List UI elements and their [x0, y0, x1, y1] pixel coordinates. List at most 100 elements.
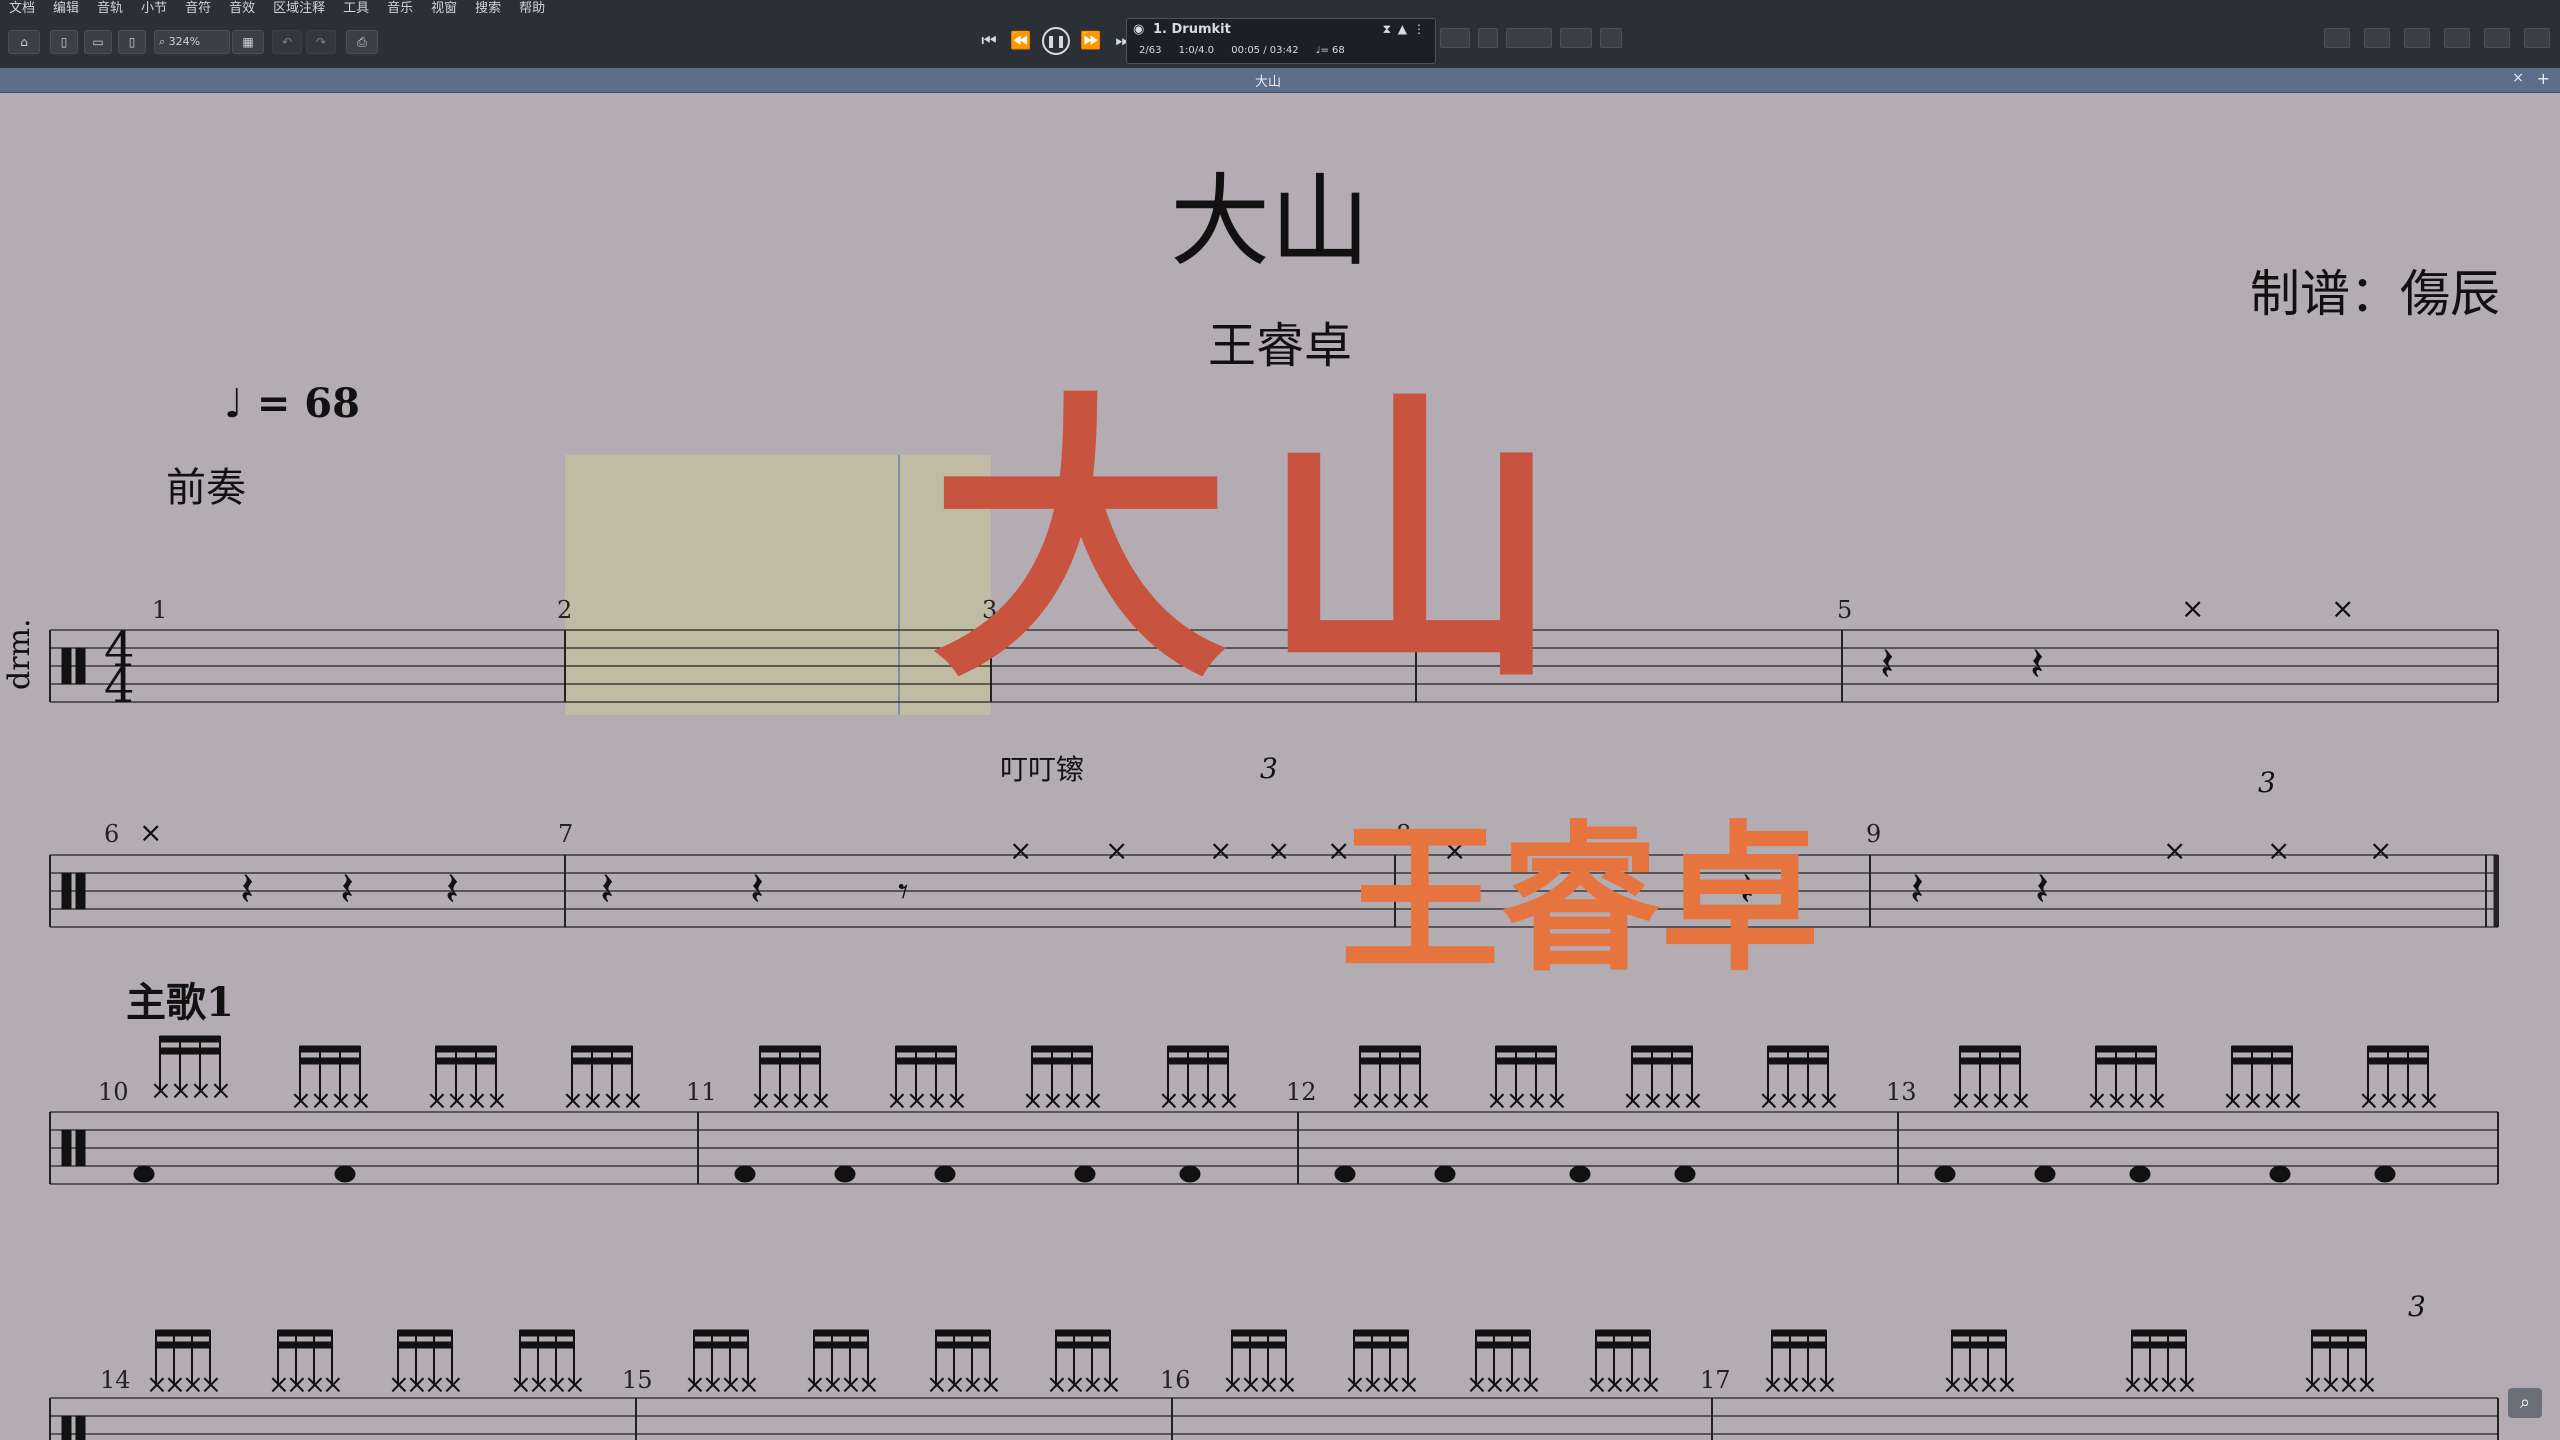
beam [935, 1329, 991, 1337]
quarter-rest: 𝄽 [2035, 862, 2049, 916]
measure-number: 17 [1700, 1366, 1731, 1394]
notehead [1434, 1165, 1456, 1183]
x-notehead: × [290, 1086, 312, 1116]
x-notehead: × [2146, 1086, 2168, 1116]
x-notehead: × [190, 1076, 212, 1106]
x-notehead: × [1640, 1370, 1662, 1400]
beam [1359, 1057, 1421, 1065]
beam [159, 1035, 221, 1043]
notehead [334, 1165, 356, 1183]
percussion-clef [61, 872, 72, 910]
measure-number: 12 [1286, 1078, 1317, 1106]
x-notehead: × [1950, 1086, 1972, 1116]
x-notehead: × [2086, 1086, 2108, 1116]
beam [277, 1341, 333, 1349]
beam [519, 1329, 575, 1337]
beam [1767, 1045, 1829, 1053]
x-notehead: × [1198, 1086, 1220, 1116]
measure-number: 5 [1837, 596, 1853, 624]
x-notehead: × [1082, 1086, 1104, 1116]
beam [1771, 1341, 1827, 1349]
x-notehead: × [622, 1086, 644, 1116]
x-notehead: × [1158, 1086, 1180, 1116]
x-notehead: × [2176, 1370, 2198, 1400]
x-notehead: × [150, 1076, 172, 1106]
beam [571, 1057, 633, 1065]
measure-number: 11 [686, 1078, 717, 1106]
x-notehead: × [1970, 1086, 1992, 1116]
x-notehead: × [1520, 1370, 1542, 1400]
x-notehead: × [486, 1086, 508, 1116]
quarter-rest: 𝄽 [600, 862, 614, 916]
beam [895, 1057, 957, 1065]
beam [1631, 1045, 1693, 1053]
percussion-clef [61, 647, 72, 685]
beam [155, 1329, 211, 1337]
beam [2095, 1057, 2157, 1065]
measure-number: 2 [557, 596, 573, 624]
percussion-clef [61, 1415, 72, 1440]
cymbal-annotation: 叮叮镲 [1000, 753, 1085, 786]
measure-number: 15 [622, 1366, 653, 1394]
beam [2131, 1329, 2187, 1337]
notehead [1934, 1165, 1956, 1183]
beam [2367, 1045, 2429, 1053]
x-notehead: × [926, 1086, 948, 1116]
x-notehead: × [210, 1076, 232, 1106]
x-notehead: × [2418, 1086, 2440, 1116]
x-notehead: × [1798, 1086, 1820, 1116]
x-notehead: × [2267, 834, 2290, 867]
x-notehead: × [2358, 1086, 2380, 1116]
measure-number: 14 [100, 1366, 131, 1394]
x-notehead: × [980, 1370, 1002, 1400]
x-notehead: × [2356, 1370, 2378, 1400]
x-notehead: × [1009, 834, 1032, 867]
beam [2231, 1057, 2293, 1065]
notehead [934, 1165, 956, 1183]
beam [435, 1045, 497, 1053]
beam [1167, 1045, 1229, 1053]
beam [813, 1329, 869, 1337]
x-notehead: × [906, 1086, 928, 1116]
beam [1495, 1045, 1557, 1053]
x-notehead: × [2369, 834, 2392, 867]
beam [2231, 1045, 2293, 1053]
notehead [1074, 1165, 1096, 1183]
measure-number: 6 [104, 820, 120, 848]
x-notehead: × [1398, 1370, 1420, 1400]
x-notehead: × [442, 1370, 464, 1400]
x-notehead: × [2331, 592, 2354, 625]
x-notehead: × [1506, 1086, 1528, 1116]
zoom-fit-icon[interactable]: ⌕ [2508, 1388, 2542, 1418]
notehead [734, 1165, 756, 1183]
beam [1359, 1045, 1421, 1053]
tuplet-label: 3 [2258, 766, 2276, 799]
x-notehead: × [2282, 1086, 2304, 1116]
x-notehead: × [1350, 1086, 1372, 1116]
measure-number: 10 [98, 1078, 129, 1106]
beam [1231, 1329, 1287, 1337]
x-notehead: × [1100, 1370, 1122, 1400]
beam [277, 1329, 333, 1337]
beam [299, 1057, 361, 1065]
beam [1495, 1057, 1557, 1065]
beam [1475, 1341, 1531, 1349]
beam [299, 1045, 361, 1053]
quarter-rest: 𝄽 [340, 862, 354, 916]
x-notehead: × [1526, 1086, 1548, 1116]
beam [519, 1341, 575, 1349]
percussion-clef [61, 1129, 72, 1167]
x-notehead: × [426, 1086, 448, 1116]
measure-number: 16 [1160, 1366, 1191, 1394]
score-page[interactable]: 大山 王睿卓 制谱：傷辰 ♩ = 68 前奏 主歌1 drm. 4 4 𝄽 𝄽 𝄽 𝄽 𝄽 𝄽… [0, 0, 2560, 1440]
x-notehead: × [790, 1086, 812, 1116]
measure-number: 1 [152, 596, 168, 624]
x-notehead: × [139, 816, 162, 849]
x-notehead: × [310, 1086, 332, 1116]
beam [397, 1341, 453, 1349]
x-notehead: × [2222, 1086, 2244, 1116]
x-notehead: × [1370, 1086, 1392, 1116]
x-notehead: × [1662, 1086, 1684, 1116]
x-notehead: × [582, 1086, 604, 1116]
x-notehead: × [2010, 1086, 2032, 1116]
